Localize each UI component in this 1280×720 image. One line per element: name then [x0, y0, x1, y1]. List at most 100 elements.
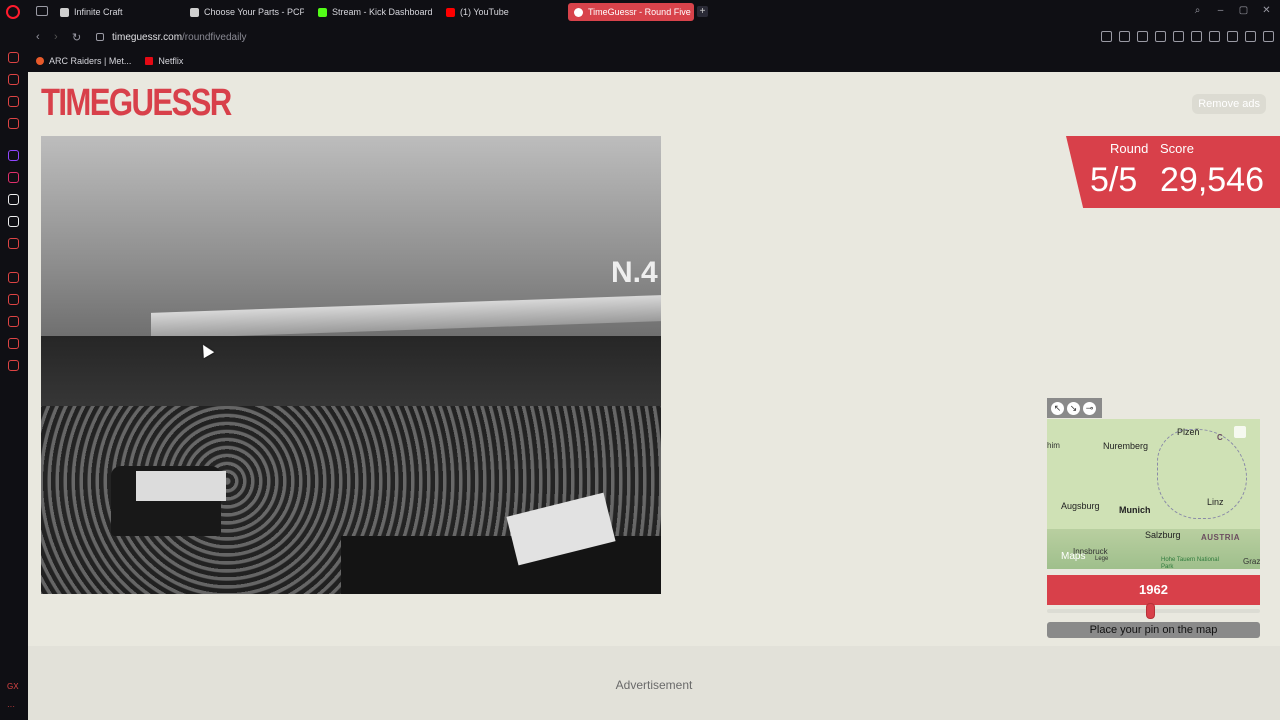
page-content: TIMEGUESSR Remove ads N.4 Round Score 5/… — [28, 72, 1280, 720]
search-icon[interactable]: ⌕ — [1192, 5, 1203, 16]
gmail-icon[interactable] — [8, 118, 19, 129]
tab-pcpartpicker[interactable]: Choose Your Parts - PCPa — [184, 3, 304, 21]
timeguessr-logo[interactable]: TIMEGUESSR — [41, 82, 232, 124]
heart-icon[interactable] — [1173, 31, 1184, 42]
lock-icon[interactable] — [96, 33, 104, 41]
kick-icon — [318, 7, 327, 17]
expand-map-icon[interactable]: ↖ — [1051, 401, 1064, 415]
tab-bar: Infinite Craft Choose Your Parts - PCPa … — [0, 0, 1280, 24]
browser-sidebar: GX ··· — [0, 5, 28, 720]
photo-car — [341, 536, 661, 594]
bookmark-arc-raiders[interactable]: ARC Raiders | Met... — [36, 56, 131, 66]
pin-map-icon[interactable]: ⊸ — [1083, 401, 1096, 415]
snapshot-icon[interactable] — [1119, 31, 1130, 42]
ai-icon[interactable] — [1245, 31, 1256, 42]
year-display: 1962 — [1047, 575, 1260, 605]
extensions-icon[interactable] — [8, 338, 19, 349]
play-icon[interactable] — [1155, 31, 1166, 42]
more-icon[interactable]: ··· — [7, 702, 15, 711]
tab-strip-icon[interactable] — [36, 6, 48, 16]
tab-youtube[interactable]: (1) YouTube — [440, 3, 560, 21]
map-label-c: C — [1217, 433, 1224, 442]
shield-icon[interactable] — [1137, 31, 1148, 42]
map-label-salzburg: Salzburg — [1145, 530, 1181, 540]
opera-menu-icon[interactable] — [6, 5, 20, 19]
advertisement-label: Advertisement — [615, 678, 693, 692]
tab-label: Stream - Kick Dashboard — [332, 7, 433, 17]
map-label-him: him — [1047, 441, 1060, 450]
bookmark-netflix[interactable]: Netflix — [145, 56, 183, 66]
map-label-nuremberg: Nuremberg — [1103, 441, 1149, 451]
speed-dial-icon[interactable] — [8, 52, 19, 63]
map-label-austria: AUSTRIA — [1201, 533, 1241, 542]
photo-car-hood — [136, 471, 226, 501]
map-label-linz: Linz — [1207, 497, 1224, 507]
tab-label: TimeGuessr - Round Five — [588, 7, 691, 17]
back-icon[interactable]: ‹ — [36, 31, 40, 43]
netflix-icon — [145, 57, 154, 65]
bookmark-icon[interactable] — [1101, 31, 1112, 42]
x-icon[interactable] — [8, 216, 19, 227]
news-icon[interactable] — [8, 96, 19, 107]
tab-kick[interactable]: Stream - Kick Dashboard — [312, 3, 436, 21]
reddit-icon[interactable] — [8, 238, 19, 249]
map-label-munich: Munich — [1119, 505, 1151, 515]
close-icon[interactable]: ✕ — [1261, 5, 1272, 16]
url-domain: timeguessr.com — [112, 32, 183, 43]
round-value: 5/5 — [1090, 161, 1138, 199]
pcpartpicker-icon — [190, 7, 199, 17]
map-tools: ↖ ↘ ⊸ — [1047, 398, 1102, 418]
youtube-icon — [446, 7, 455, 17]
map-border — [1157, 429, 1247, 519]
tiktok-icon[interactable] — [8, 194, 19, 205]
minimize-icon[interactable]: – — [1215, 5, 1226, 16]
tab-label: Choose Your Parts - PCPa — [204, 7, 304, 17]
shrink-map-icon[interactable]: ↘ — [1067, 401, 1080, 415]
reload-icon[interactable]: ↻ — [72, 31, 81, 44]
tab-timeguessr[interactable]: TimeGuessr - Round Five — [568, 3, 694, 21]
tab-infinite-craft[interactable]: Infinite Craft — [54, 3, 174, 21]
map-label-lege: Lege — [1095, 556, 1109, 562]
pinboard-icon[interactable] — [8, 294, 19, 305]
place-pin-button[interactable]: Place your pin on the map — [1047, 622, 1260, 638]
instagram-icon[interactable] — [8, 172, 19, 183]
maximize-icon[interactable]: ▢ — [1238, 5, 1249, 16]
map-style-icon[interactable] — [1234, 426, 1246, 438]
twitch-icon[interactable] — [8, 150, 19, 161]
aria-icon[interactable] — [8, 74, 19, 85]
menu-icon[interactable] — [1263, 31, 1274, 42]
tab-label: (1) YouTube — [460, 7, 509, 17]
history-icon[interactable] — [8, 316, 19, 327]
forward-icon[interactable]: › — [54, 31, 58, 43]
url-field[interactable]: timeguessr.com/roundfivedaily — [112, 32, 247, 43]
address-bar: ‹ › ↻ timeguessr.com/roundfivedaily — [28, 26, 1280, 50]
photo-sign: N.4 — [611, 256, 658, 289]
settings-icon[interactable] — [8, 360, 19, 371]
arc-raiders-icon — [36, 57, 44, 65]
guess-map[interactable]: Nuremberg Plzeň C Augsburg Munich Linz S… — [1047, 419, 1260, 569]
bookmark-label: ARC Raiders | Met... — [49, 56, 132, 66]
new-tab-button[interactable]: + — [697, 6, 708, 17]
profile-icon[interactable] — [1209, 31, 1220, 42]
map-label-augsburg: Augsburg — [1061, 501, 1100, 511]
tab-label: Infinite Craft — [74, 7, 123, 17]
map-label-plzen: Plzeň — [1177, 427, 1200, 437]
score-value: 29,546 — [1160, 161, 1264, 199]
download-icon[interactable] — [1227, 31, 1238, 42]
year-slider-thumb[interactable] — [1146, 603, 1155, 619]
toolbar-icons — [1101, 31, 1274, 42]
score-label: Score — [1160, 141, 1194, 156]
map-label-park: Hohe Tauern National Park — [1161, 557, 1219, 569]
bookmarks-bar: ARC Raiders | Met... Netflix — [28, 52, 1280, 70]
map-label-graz: Graz — [1243, 557, 1260, 566]
extensions-toolbar-icon[interactable] — [1191, 31, 1202, 42]
advertisement-bar: Advertisement — [28, 646, 1280, 720]
url-path: /roundfivedaily — [182, 32, 247, 43]
player-icon[interactable] — [8, 272, 19, 283]
historical-photo[interactable]: N.4 — [41, 136, 661, 594]
remove-ads-button[interactable]: Remove ads — [1192, 94, 1266, 114]
timeguessr-icon — [574, 7, 583, 17]
infinity-icon — [60, 7, 69, 17]
score-panel: Round Score 5/5 29,546 — [1066, 136, 1280, 208]
gx-label[interactable]: GX — [7, 682, 19, 691]
